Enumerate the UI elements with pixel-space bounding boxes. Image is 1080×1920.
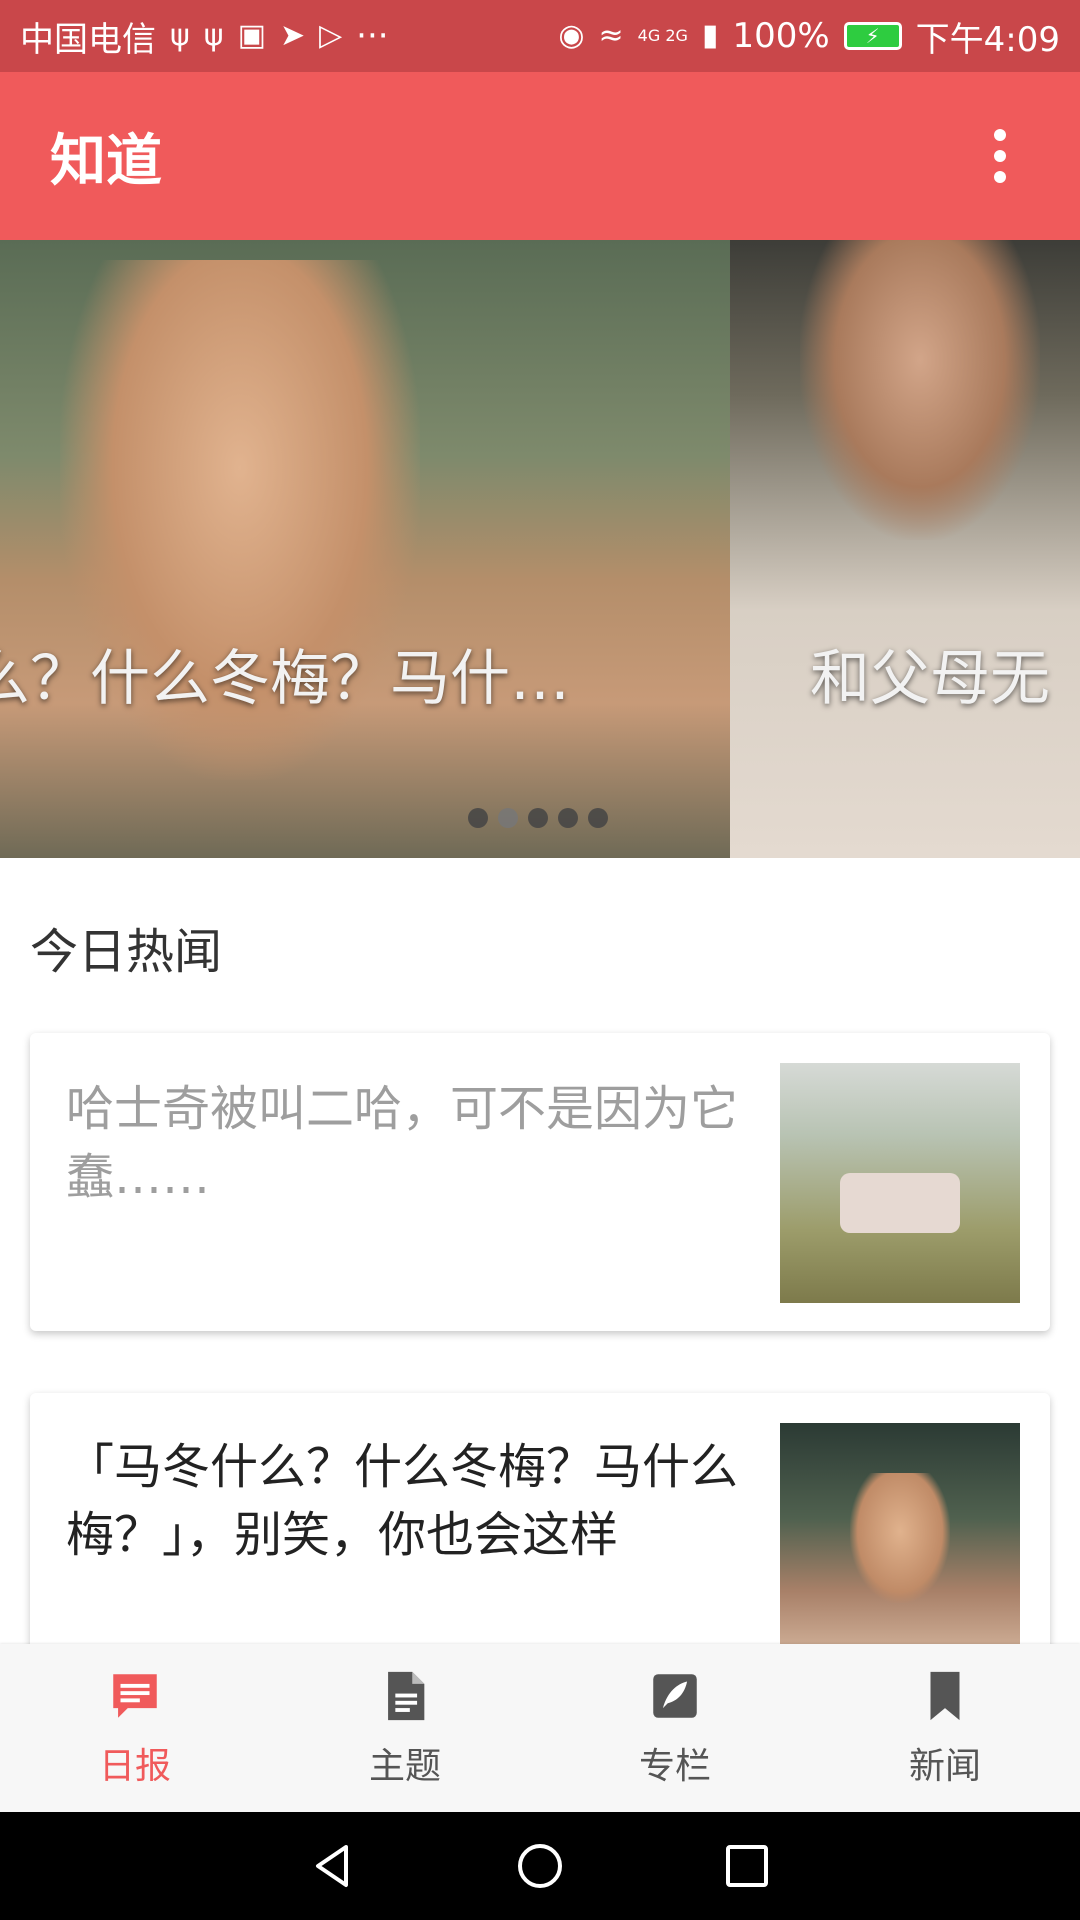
- nav-item-label: 专栏: [638, 1746, 711, 1787]
- carousel-dot: [528, 808, 548, 828]
- overflow-menu-button[interactable]: [970, 126, 1030, 186]
- signal-icon: ▮: [701, 18, 719, 53]
- app-notification-icon: ▣: [237, 18, 266, 53]
- status-bar: 中国电信 ψ ψ ▣ ➤ ▷ ··· ◉ ≈ 4G 2G ▮ 100% ⚡ 下午…: [0, 0, 1080, 72]
- story-title: 哈士奇被叫二哈，可不是因为它蠢……: [66, 1081, 739, 1205]
- battery-charging-icon: ⚡: [843, 22, 902, 50]
- carrier-label: 中国电信: [20, 19, 156, 60]
- carousel-dot: [588, 808, 608, 828]
- banner-slide[interactable]: 么？什么冬梅？马什…: [0, 240, 730, 858]
- story-card[interactable]: 哈士奇被叫二哈，可不是因为它蠢……: [30, 1033, 1050, 1331]
- banner-carousel[interactable]: 么？什么冬梅？马什… 和父母无: [0, 240, 1080, 858]
- carousel-dot: [468, 808, 488, 828]
- back-icon[interactable]: [308, 1841, 358, 1891]
- carousel-dot: [498, 808, 518, 828]
- daily-icon: [113, 1674, 157, 1718]
- play-notification-icon: ▷: [319, 18, 343, 53]
- app-title: 知道: [50, 128, 162, 194]
- usb-icon: ψ: [170, 18, 190, 53]
- status-bar-left: 中国电信 ψ ψ ▣ ➤ ▷ ···: [20, 12, 389, 61]
- home-icon[interactable]: [515, 1841, 565, 1891]
- status-bar-right: ◉ ≈ 4G 2G ▮ 100% ⚡ 下午4:09: [558, 12, 1060, 61]
- feather-icon: [653, 1674, 697, 1718]
- story-title: 「马冬什么？什么冬梅？马什么梅？」，别笑，你也会这样: [66, 1439, 739, 1563]
- carousel-indicator: [468, 808, 608, 828]
- more-vert-icon: [994, 129, 1006, 141]
- clock-label: 下午4:09: [915, 19, 1060, 60]
- banner-slide-title: 和父母无: [810, 644, 1050, 714]
- banner-image: [800, 240, 1040, 540]
- system-navigation-bar: [0, 1812, 1080, 1920]
- nav-item-label: 日报: [98, 1746, 171, 1787]
- nav-item-columns[interactable]: 专栏: [540, 1644, 810, 1812]
- document-icon: [388, 1671, 425, 1721]
- recents-icon[interactable]: [722, 1841, 772, 1891]
- nav-item-daily[interactable]: 日报: [0, 1644, 270, 1812]
- more-vert-icon: [994, 150, 1006, 162]
- nav-item-news[interactable]: 新闻: [810, 1644, 1080, 1812]
- section-title: 今日热闻: [30, 924, 223, 980]
- banner-slide[interactable]: 和父母无: [730, 240, 1080, 858]
- nav-item-label: 主题: [368, 1746, 441, 1787]
- nav-item-label: 新闻: [908, 1746, 981, 1787]
- wifi-icon: ≈: [598, 18, 624, 53]
- nav-item-topics[interactable]: 主题: [270, 1644, 540, 1812]
- battery-percent-label: 100%: [732, 16, 830, 56]
- app-bar: 知道: [0, 72, 1080, 240]
- usb-icon: ψ: [203, 18, 224, 53]
- bottom-navigation: 日报 主题 专栏 新闻: [0, 1644, 1080, 1812]
- banner-slide-title: 么？什么冬梅？马什…: [0, 644, 570, 714]
- network-type-label: 4G 2G: [637, 26, 688, 45]
- telegram-icon: ➤: [279, 18, 306, 53]
- carousel-dot: [558, 808, 578, 828]
- more-notifications-label: ···: [356, 16, 389, 56]
- eye-comfort-icon: ◉: [558, 18, 585, 53]
- more-vert-icon: [994, 171, 1006, 183]
- story-thumbnail: [780, 1063, 1020, 1303]
- bookmark-icon: [930, 1671, 960, 1721]
- story-thumbnail: [780, 1423, 1020, 1663]
